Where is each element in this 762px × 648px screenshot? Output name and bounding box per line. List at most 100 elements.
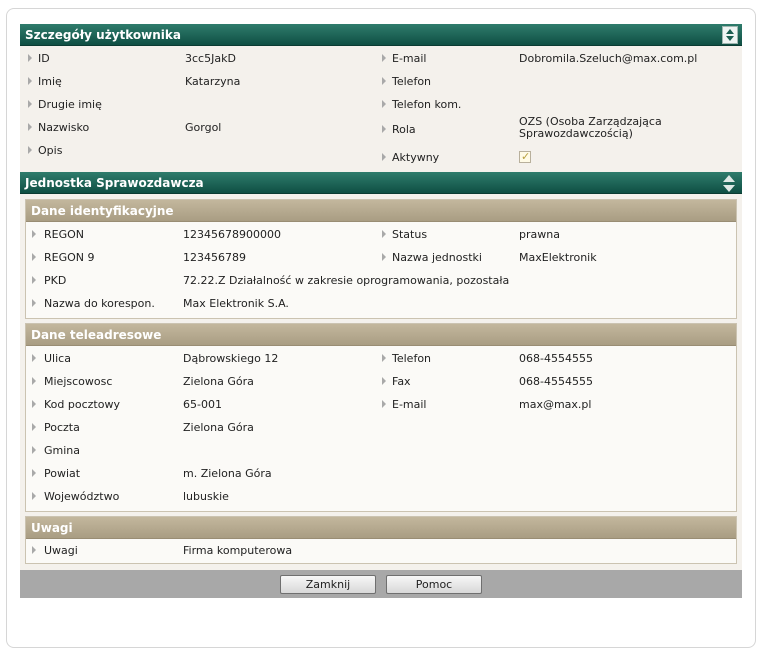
field-value: 068-4554555 bbox=[519, 352, 593, 365]
unit-section-header[interactable]: Jednostka Sprawozdawcza bbox=[20, 172, 742, 194]
arrow-down-icon bbox=[723, 185, 735, 192]
field-label: Telefon kom. bbox=[392, 98, 462, 111]
field-value-continued: Sprawozdawczością) bbox=[519, 127, 633, 140]
field-label: Status bbox=[392, 228, 428, 241]
field-label: ID bbox=[38, 52, 50, 65]
field-label: REGON bbox=[44, 228, 85, 241]
bullet-icon bbox=[28, 123, 32, 131]
field-row-unit-email: E-mail max@max.pl bbox=[380, 397, 730, 417]
field-label: Uwagi bbox=[44, 544, 78, 557]
field-value: 123456789 bbox=[183, 251, 246, 264]
arrow-up-icon bbox=[726, 29, 734, 34]
field-label: Województwo bbox=[44, 490, 120, 503]
field-label: Poczta bbox=[44, 421, 80, 434]
field-label: Telefon bbox=[392, 352, 432, 365]
notes-header: Uwagi bbox=[26, 517, 736, 539]
field-label: Nazwa do korespon. bbox=[44, 297, 155, 310]
contact-group: Dane teleadresowe Ulica Dąbrowskiego 12 … bbox=[25, 323, 737, 512]
field-row-active: Aktywny ✓ bbox=[380, 150, 742, 170]
bullet-icon bbox=[382, 54, 386, 62]
field-value: prawna bbox=[519, 228, 560, 241]
field-row-fax: Fax 068-4554555 bbox=[380, 374, 730, 394]
field-label: Powiat bbox=[44, 467, 81, 480]
field-row-street: Ulica Dąbrowskiego 12 bbox=[26, 351, 376, 371]
field-row-regon9: REGON 9 123456789 bbox=[26, 250, 376, 270]
arrow-down-icon bbox=[726, 36, 734, 41]
unit-section-title: Jednostka Sprawozdawcza bbox=[25, 176, 204, 190]
field-value: Dobromila.Szeluch@max.com.pl bbox=[519, 52, 698, 65]
field-value: 72.22.Z Działalność w zakresie oprogramo… bbox=[183, 274, 510, 287]
notes-group: Uwagi Uwagi Firma komputerowa bbox=[25, 516, 737, 564]
active-checkbox[interactable]: ✓ bbox=[519, 150, 531, 163]
footer-bar: Zamknij Pomoc bbox=[20, 570, 742, 598]
field-label: Ulica bbox=[44, 352, 71, 365]
field-label: E-mail bbox=[392, 398, 427, 411]
field-row-regon: REGON 12345678900000 bbox=[26, 227, 376, 247]
bullet-icon bbox=[382, 153, 386, 161]
field-value: 068-4554555 bbox=[519, 375, 593, 388]
field-value: MaxElektronik bbox=[519, 251, 597, 264]
bullet-icon bbox=[32, 469, 36, 477]
field-label: Miejscowosc bbox=[44, 375, 113, 388]
bullet-icon bbox=[382, 354, 386, 362]
bullet-icon bbox=[32, 354, 36, 362]
bullet-icon bbox=[28, 100, 32, 108]
close-button[interactable]: Zamknij bbox=[280, 575, 376, 594]
unit-section-body: Dane identyfikacyjne REGON 1234567890000… bbox=[20, 194, 742, 570]
field-row-description: Opis bbox=[20, 143, 380, 163]
checkmark-icon: ✓ bbox=[521, 150, 531, 163]
field-label: Aktywny bbox=[392, 151, 440, 164]
field-label: E-mail bbox=[392, 52, 427, 65]
collapse-toggle-icon[interactable] bbox=[722, 26, 738, 44]
bullet-icon bbox=[382, 400, 386, 408]
bullet-icon bbox=[32, 253, 36, 261]
field-value: 12345678900000 bbox=[183, 228, 281, 241]
field-row-last-name: Nazwisko Gorgol bbox=[20, 120, 380, 140]
field-row-mobile: Telefon kom. bbox=[380, 97, 742, 117]
contact-header: Dane teleadresowe bbox=[26, 324, 736, 346]
identification-body: REGON 12345678900000 REGON 9 123456789 P… bbox=[26, 222, 736, 318]
identification-header: Dane identyfikacyjne bbox=[26, 200, 736, 222]
bullet-icon bbox=[382, 125, 386, 133]
field-value: max@max.pl bbox=[519, 398, 592, 411]
field-label: Nazwa jednostki bbox=[392, 251, 482, 264]
field-label: Fax bbox=[392, 375, 411, 388]
field-row-pkd: PKD 72.22.Z Działalność w zakresie oprog… bbox=[26, 273, 726, 293]
field-label: Drugie imię bbox=[38, 98, 102, 111]
bullet-icon bbox=[382, 100, 386, 108]
field-label: Gmina bbox=[44, 444, 81, 457]
bullet-icon bbox=[32, 423, 36, 431]
field-row-status: Status prawna bbox=[380, 227, 730, 247]
field-value: Zielona Góra bbox=[183, 375, 254, 388]
field-row-phone: Telefon bbox=[380, 74, 742, 94]
field-label: Nazwisko bbox=[38, 121, 90, 134]
field-value: Max Elektronik S.A. bbox=[183, 297, 289, 310]
bullet-icon bbox=[28, 77, 32, 85]
field-row-middle-name: Drugie imię bbox=[20, 97, 380, 117]
field-label: PKD bbox=[44, 274, 67, 287]
field-row-unit-name: Nazwa jednostki MaxElektronik bbox=[380, 250, 730, 270]
bullet-icon bbox=[32, 299, 36, 307]
field-value: Zielona Góra bbox=[183, 421, 254, 434]
field-label: Rola bbox=[392, 123, 416, 136]
field-value: Katarzyna bbox=[185, 75, 241, 88]
identification-group: Dane identyfikacyjne REGON 1234567890000… bbox=[25, 199, 737, 319]
field-row-postal-code: Kod pocztowy 65-001 bbox=[26, 397, 376, 417]
field-label: REGON 9 bbox=[44, 251, 95, 264]
help-button[interactable]: Pomoc bbox=[386, 575, 482, 594]
field-row-notes: Uwagi Firma komputerowa bbox=[26, 543, 726, 563]
field-row-correspondence-name: Nazwa do korespon. Max Elektronik S.A. bbox=[26, 296, 376, 316]
user-section-header[interactable]: Szczegóły użytkownika bbox=[20, 24, 742, 46]
user-details-panel: ID 3cc5JakD Imię Katarzyna Drugie imię N… bbox=[20, 46, 742, 172]
bullet-icon bbox=[382, 77, 386, 85]
bullet-icon bbox=[32, 400, 36, 408]
arrow-up-icon bbox=[723, 175, 735, 182]
bullet-icon bbox=[32, 276, 36, 284]
field-value: 3cc5JakD bbox=[185, 52, 236, 65]
field-value: Dąbrowskiego 12 bbox=[183, 352, 279, 365]
expand-toggle-icon[interactable] bbox=[722, 174, 736, 192]
field-row-county: Powiat m. Zielona Góra bbox=[26, 466, 376, 486]
field-row-first-name: Imię Katarzyna bbox=[20, 74, 380, 94]
field-value: Gorgol bbox=[185, 121, 222, 134]
field-value: m. Zielona Góra bbox=[183, 467, 272, 480]
